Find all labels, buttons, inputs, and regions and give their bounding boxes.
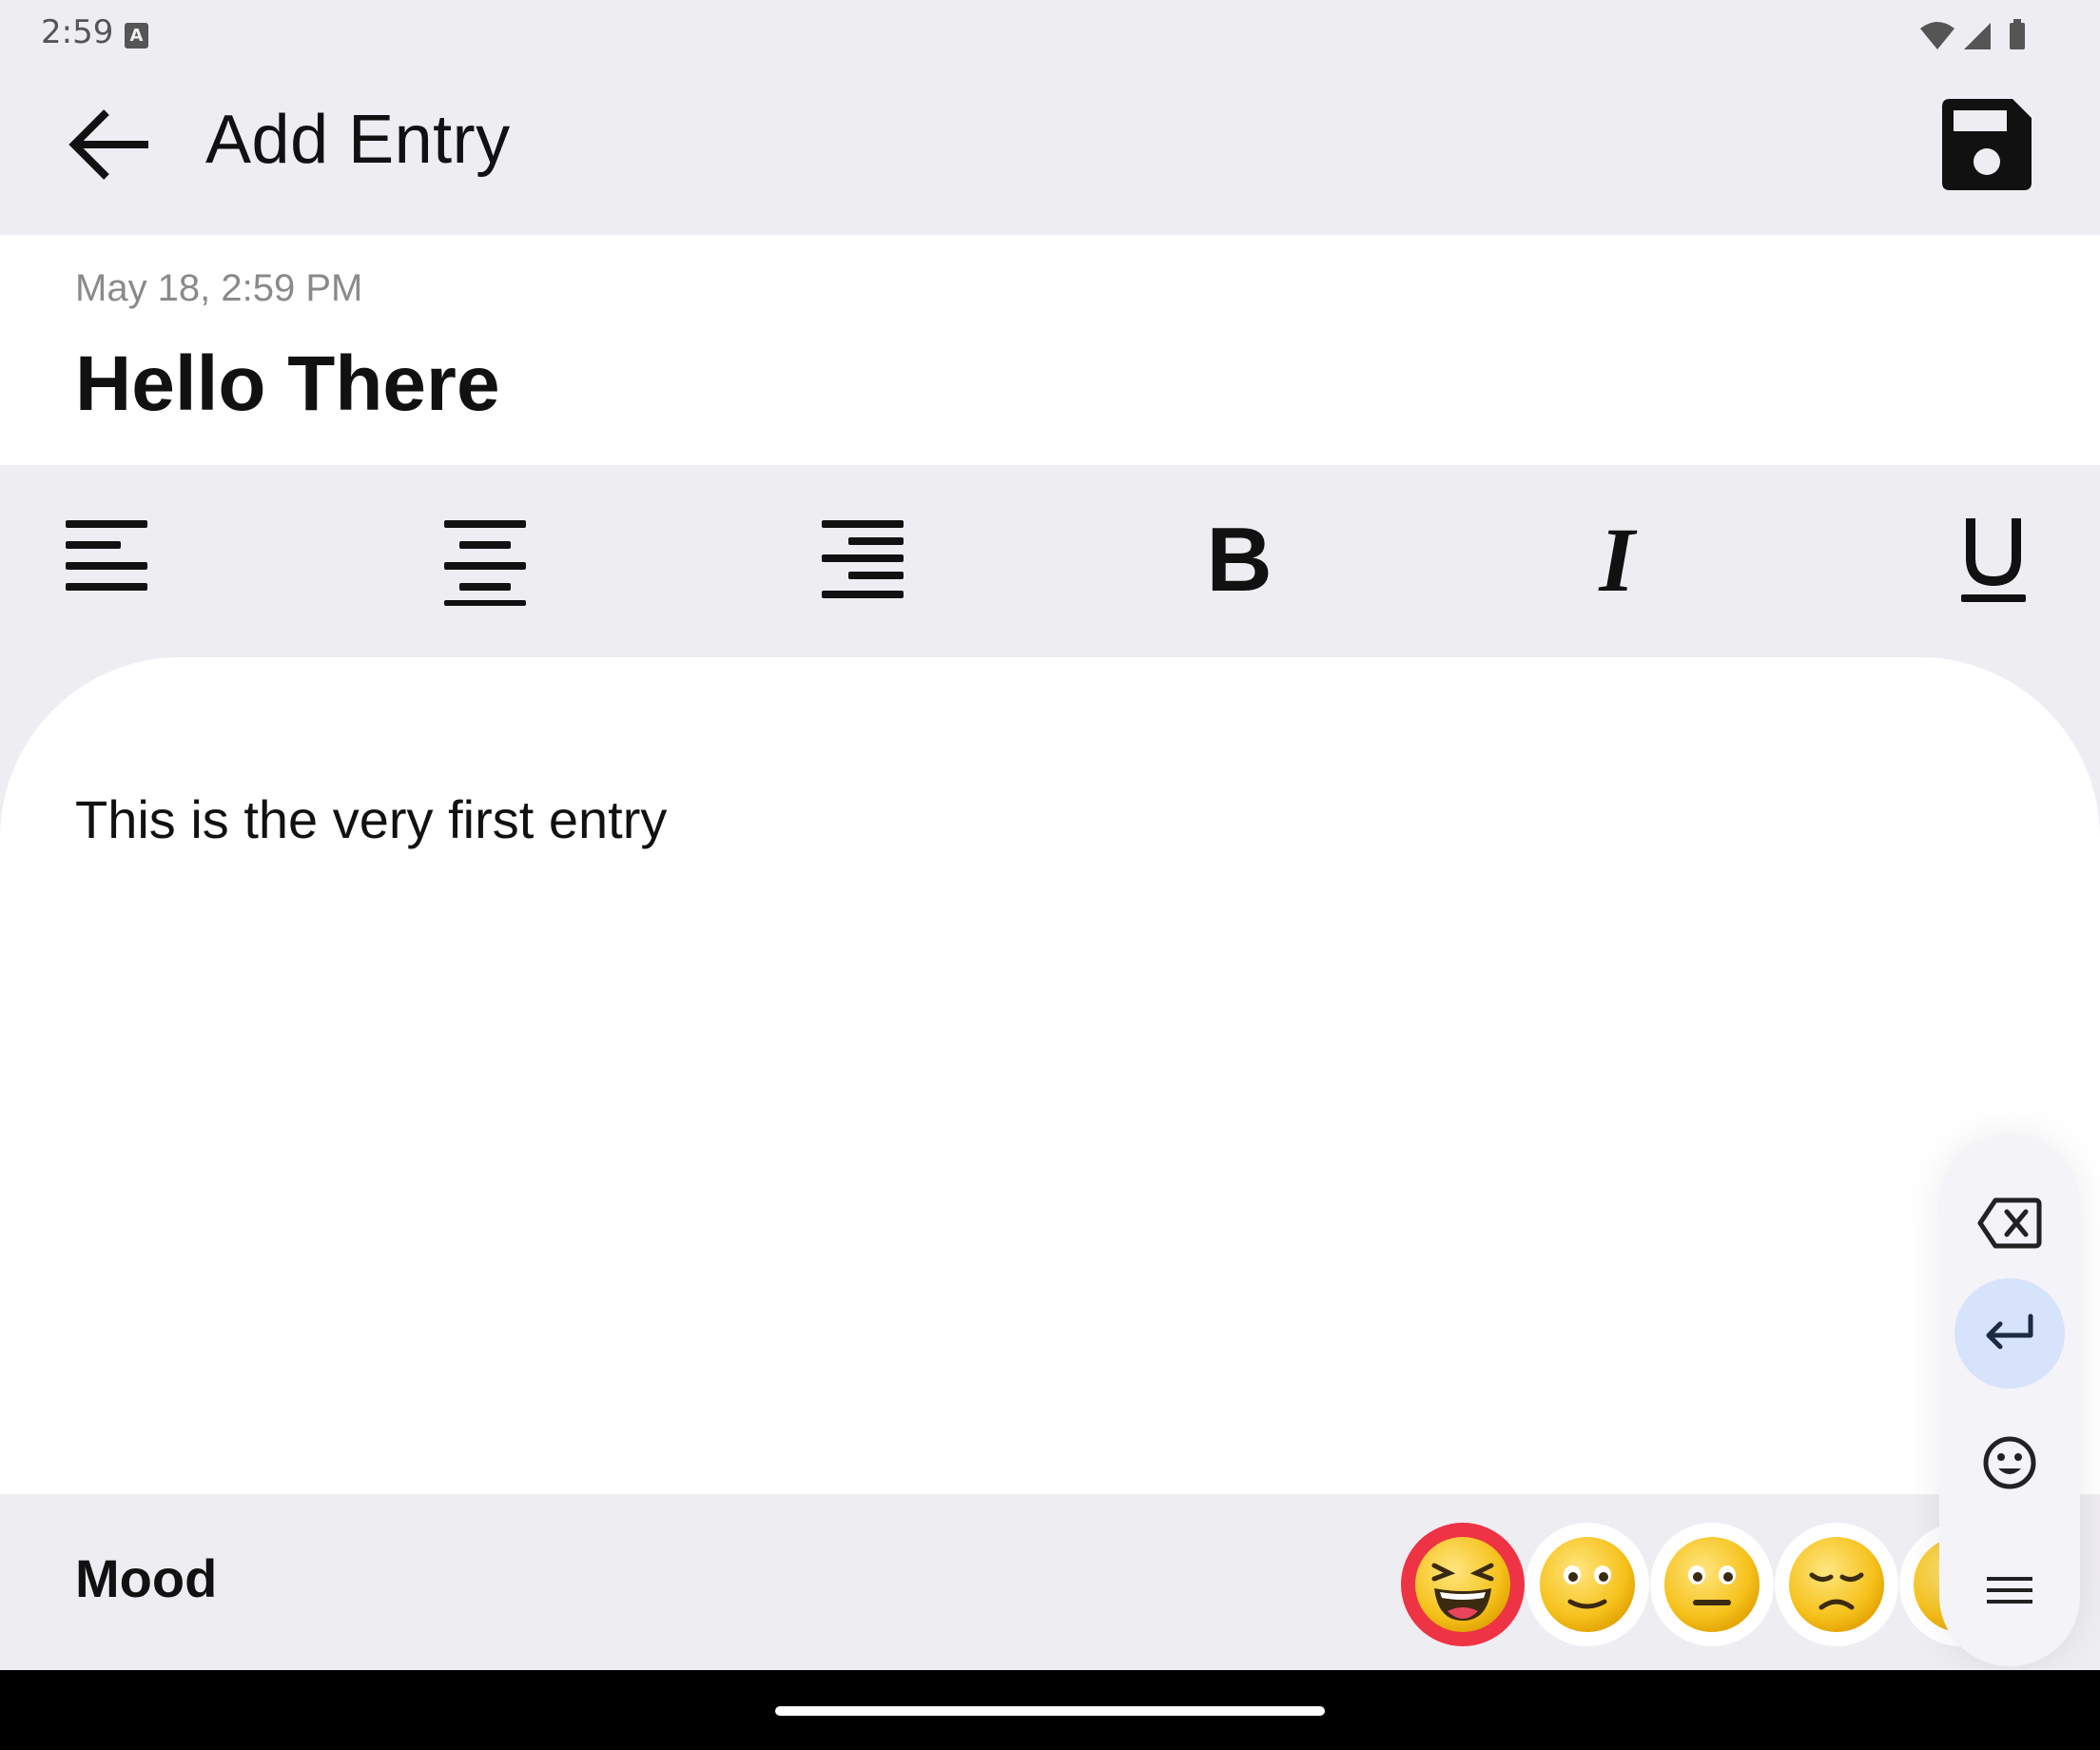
- align-center-button[interactable]: [427, 503, 541, 617]
- neutral-face-icon: [1664, 1537, 1760, 1632]
- system-status-icons: [1920, 19, 2025, 49]
- smiling-face-icon: [1540, 1537, 1635, 1632]
- emoji-icon: [1983, 1436, 2036, 1489]
- entry-date: May 18, 2:59 PM: [75, 267, 363, 309]
- bold-button[interactable]: B: [1182, 503, 1296, 617]
- app-bar: Add Entry: [0, 68, 2100, 235]
- page-title: Add Entry: [205, 102, 511, 178]
- mood-bar: Mood: [0, 1494, 2100, 1670]
- menu-key[interactable]: [1954, 1535, 2065, 1645]
- entry-body-text[interactable]: This is the very first entry: [75, 788, 667, 850]
- floating-keyboard: [1939, 1134, 2080, 1666]
- mood-smiling-option[interactable]: [1526, 1523, 1649, 1646]
- wifi-icon: [1920, 22, 1954, 49]
- entry-title-input[interactable]: Hello There: [75, 340, 500, 429]
- home-gesture-handle[interactable]: [775, 1706, 1325, 1716]
- back-button[interactable]: [57, 91, 164, 198]
- italic-button[interactable]: I: [1560, 503, 1674, 617]
- italic-icon: I: [1599, 509, 1635, 611]
- save-button[interactable]: [1929, 88, 2043, 202]
- entry-body-editor[interactable]: This is the very first entry: [0, 657, 2100, 1494]
- save-icon: [1942, 99, 2032, 190]
- sad-face-icon: [1789, 1537, 1884, 1632]
- align-center-icon: [444, 520, 526, 606]
- mood-laughing-option[interactable]: [1401, 1523, 1525, 1646]
- mood-sad-option[interactable]: [1775, 1523, 1898, 1646]
- mood-neutral-option[interactable]: [1650, 1523, 1774, 1646]
- align-right-button[interactable]: [805, 503, 919, 617]
- status-time: 2:59: [41, 13, 114, 51]
- align-left-icon: [66, 520, 147, 591]
- battery-icon: [2010, 23, 2025, 49]
- keyboard-indicator-icon: A: [125, 23, 148, 49]
- menu-icon: [1987, 1577, 2032, 1604]
- bold-icon: B: [1206, 509, 1273, 611]
- backspace-key[interactable]: [1954, 1168, 2065, 1278]
- backspace-icon: [1977, 1197, 2042, 1249]
- enter-icon: [1986, 1313, 2033, 1350]
- align-right-icon: [822, 520, 904, 598]
- enter-key[interactable]: [1954, 1278, 2065, 1389]
- entry-header: May 18, 2:59 PM Hello There: [0, 235, 2100, 465]
- underline-button[interactable]: [1936, 503, 2051, 617]
- emoji-key[interactable]: [1954, 1408, 2065, 1518]
- system-nav-bar: [0, 1670, 2100, 1750]
- laughing-face-icon: [1415, 1537, 1510, 1632]
- underline-icon: [1961, 518, 2026, 602]
- align-left-button[interactable]: [49, 503, 163, 617]
- arrow-back-icon: [68, 109, 148, 180]
- formatting-toolbar: B I: [0, 465, 2100, 657]
- signal-icon: [1964, 23, 1991, 49]
- mood-label: Mood: [75, 1548, 218, 1608]
- status-bar: 2:59 A: [0, 0, 2100, 68]
